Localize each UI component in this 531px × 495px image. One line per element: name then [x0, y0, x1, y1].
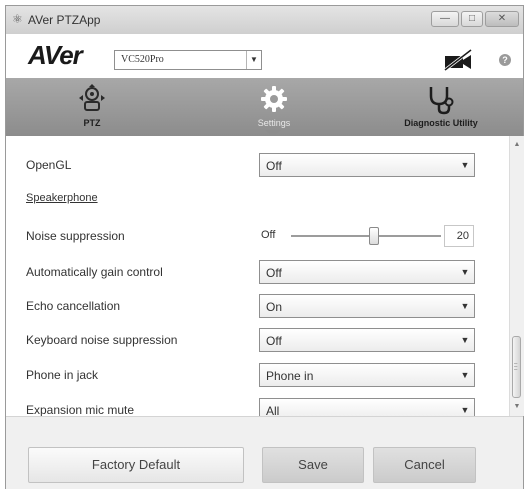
phone-jack-label: Phone in jack — [26, 368, 99, 382]
header: AVer VC520Pro ▼ ? — [6, 34, 523, 78]
keyboard-noise-label: Keyboard noise suppression — [26, 333, 178, 347]
factory-default-button[interactable]: Factory Default — [28, 447, 244, 483]
tab-ptz[interactable]: PTZ — [62, 78, 122, 136]
opengl-value: Off — [266, 159, 282, 173]
tab-diagnostic-utility[interactable]: Diagnostic Utility — [386, 78, 496, 136]
tab-settings[interactable]: Settings — [234, 78, 314, 136]
maximize-button[interactable]: □ — [461, 11, 483, 27]
help-icon[interactable]: ? — [499, 54, 511, 66]
cancel-button[interactable]: Cancel — [373, 447, 476, 483]
stethoscope-icon — [429, 87, 454, 115]
chevron-down-icon: ▼ — [460, 335, 470, 345]
chevron-down-icon: ▼ — [460, 301, 470, 311]
echo-cancellation-value: On — [266, 300, 283, 314]
minimize-button[interactable]: — — [431, 11, 459, 27]
ptz-camera-icon — [79, 84, 105, 111]
phone-jack-value: Phone in — [266, 369, 314, 383]
expansion-mic-label: Expansion mic mute — [26, 403, 135, 417]
gear-icon — [261, 86, 287, 112]
title-bar: ⚛ AVer PTZApp — □ ✕ — [6, 6, 523, 34]
opengl-select[interactable]: Off ▼ — [259, 153, 475, 177]
close-button[interactable]: ✕ — [485, 11, 519, 27]
agc-value: Off — [266, 266, 282, 280]
tab-ptz-label: PTZ — [83, 118, 101, 128]
noise-suppression-min-label: Off — [261, 229, 276, 241]
keyboard-noise-select[interactable]: Off ▼ — [259, 328, 475, 352]
app-window: ⚛ AVer PTZApp — □ ✕ AVer VC520Pro ▼ ? PT… — [5, 5, 524, 489]
tab-diagnostic-label: Diagnostic Utility — [404, 118, 478, 128]
footer: Factory Default Save Cancel — [6, 416, 523, 489]
grip-icon: – – – — [514, 361, 518, 373]
settings-scrollbar[interactable]: ▲ – – – ▼ — [509, 136, 524, 416]
scroll-down-icon[interactable]: ▼ — [510, 400, 524, 414]
chevron-down-icon: ▼ — [246, 51, 261, 69]
noise-suppression-label: Noise suppression — [26, 229, 125, 243]
camera-model-value: VC520Pro — [121, 54, 164, 65]
phone-jack-select[interactable]: Phone in ▼ — [259, 363, 475, 387]
noise-suppression-slider-track[interactable] — [291, 235, 441, 237]
camera-model-select[interactable]: VC520Pro ▼ — [114, 50, 262, 70]
scrollbar-thumb[interactable]: – – – — [512, 336, 521, 398]
aver-logo: AVer — [28, 40, 83, 70]
camera-off-icon[interactable] — [441, 48, 475, 77]
keyboard-noise-value: Off — [266, 334, 282, 348]
opengl-label: OpenGL — [26, 158, 72, 172]
window-title: AVer PTZApp — [28, 13, 101, 27]
noise-suppression-slider-handle[interactable] — [368, 227, 379, 245]
scroll-up-icon[interactable]: ▲ — [510, 138, 524, 152]
agc-label: Automatically gain control — [26, 265, 163, 279]
main-nav: PTZ Settings Diagnostic Utility — [6, 78, 523, 136]
settings-panel: OpenGL Off ▼ Speakerphone Noise suppress… — [6, 136, 509, 422]
echo-cancellation-label: Echo cancellation — [26, 299, 121, 313]
save-button[interactable]: Save — [262, 447, 364, 483]
tab-settings-label: Settings — [257, 118, 291, 128]
speakerphone-section-title: Speakerphone — [26, 192, 98, 204]
chevron-down-icon: ▼ — [460, 160, 470, 170]
chevron-down-icon: ▼ — [460, 267, 470, 277]
chevron-down-icon: ▼ — [460, 370, 470, 380]
echo-cancellation-select[interactable]: On ▼ — [259, 294, 475, 318]
agc-select[interactable]: Off ▼ — [259, 260, 475, 284]
noise-suppression-value[interactable]: 20 — [444, 225, 474, 247]
app-icon: ⚛ — [12, 12, 23, 26]
